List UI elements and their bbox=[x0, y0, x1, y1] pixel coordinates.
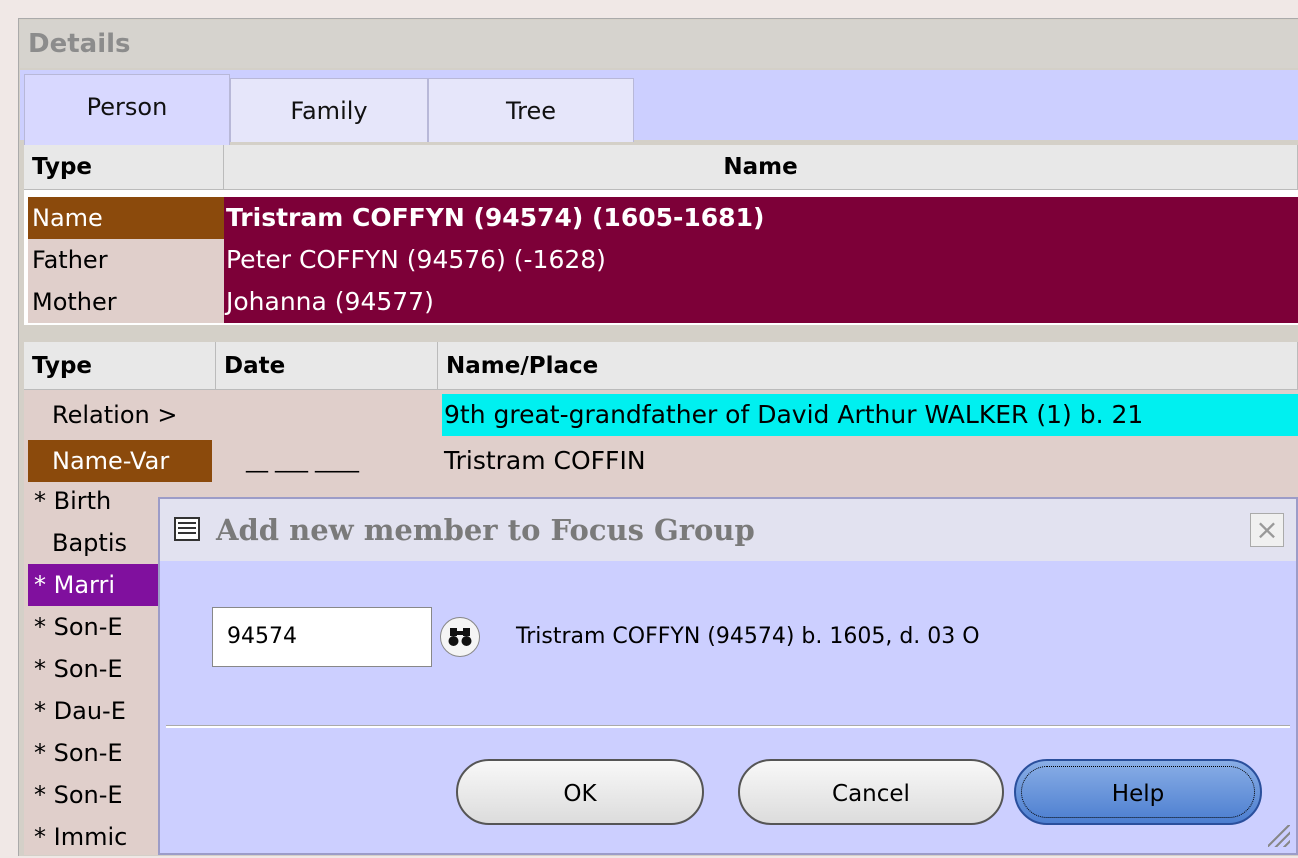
column-header-date[interactable]: Date bbox=[216, 342, 438, 390]
column-header-type[interactable]: Type bbox=[24, 145, 224, 190]
dialog-title: Add new member to Focus Group bbox=[160, 499, 1296, 561]
person-row-type-father[interactable]: Father bbox=[28, 239, 228, 281]
event-row-type[interactable]: * Immic bbox=[28, 816, 158, 858]
tab-family[interactable]: Family bbox=[230, 78, 428, 142]
resize-grip-icon[interactable] bbox=[1268, 825, 1290, 847]
event-row-type[interactable]: * Son-E bbox=[28, 606, 158, 648]
event-row-type[interactable]: Name-Var bbox=[28, 440, 212, 482]
event-row-type[interactable]: Baptis bbox=[28, 522, 158, 564]
person-row-type-mother[interactable]: Mother bbox=[28, 281, 228, 323]
cancel-button[interactable]: Cancel bbox=[738, 759, 1004, 825]
event-row-type[interactable]: Relation > bbox=[28, 394, 216, 436]
help-button[interactable]: Help bbox=[1014, 759, 1262, 825]
person-row-type-name[interactable]: Name bbox=[28, 197, 228, 239]
table-icon bbox=[174, 517, 200, 541]
person-row-value-name[interactable]: Tristram COFFYN (94574) (1605-1681) bbox=[224, 197, 1298, 239]
event-row-place[interactable]: Tristram COFFIN bbox=[442, 440, 1298, 482]
person-row-value-mother[interactable]: Johanna (94577) bbox=[224, 281, 1298, 323]
event-row-type[interactable]: * Dau-E bbox=[28, 690, 158, 732]
event-row-date[interactable]: __ ___ ____ bbox=[246, 440, 359, 482]
tab-person[interactable]: Person bbox=[24, 74, 230, 146]
person-id-input[interactable]: 94574 bbox=[212, 607, 432, 667]
event-row-type[interactable]: * Son-E bbox=[28, 648, 158, 690]
person-row-value-father[interactable]: Peter COFFYN (94576) (-1628) bbox=[224, 239, 1298, 281]
tab-strip: Person Family Tree bbox=[20, 70, 1298, 146]
column-header-name-place[interactable]: Name/Place bbox=[438, 342, 1298, 390]
person-result-text: Tristram COFFYN (94574) b. 1605, d. 03 O bbox=[516, 624, 980, 649]
ok-button[interactable]: OK bbox=[456, 759, 704, 825]
binoculars-glyph bbox=[448, 628, 472, 646]
person-grid: Type Name Name Tristram COFFYN (94574) (… bbox=[24, 145, 1298, 325]
event-row-type[interactable]: * Marri bbox=[28, 564, 158, 606]
column-header-type[interactable]: Type bbox=[24, 342, 216, 390]
close-button[interactable]: × bbox=[1250, 513, 1284, 547]
column-header-name[interactable]: Name bbox=[224, 145, 1298, 190]
event-row-type[interactable]: * Birth bbox=[28, 480, 168, 522]
details-title: Details bbox=[20, 20, 1298, 68]
event-row-type[interactable]: * Son-E bbox=[28, 774, 158, 816]
binoculars-icon[interactable] bbox=[440, 617, 480, 657]
add-focus-group-dialog: Add new member to Focus Group × 94574 Tr… bbox=[158, 497, 1298, 855]
event-row-place[interactable]: 9th great-grandfather of David Arthur WA… bbox=[442, 394, 1298, 436]
tab-tree[interactable]: Tree bbox=[428, 78, 634, 142]
dialog-separator bbox=[166, 725, 1290, 728]
event-row-type[interactable]: * Son-E bbox=[28, 732, 158, 774]
